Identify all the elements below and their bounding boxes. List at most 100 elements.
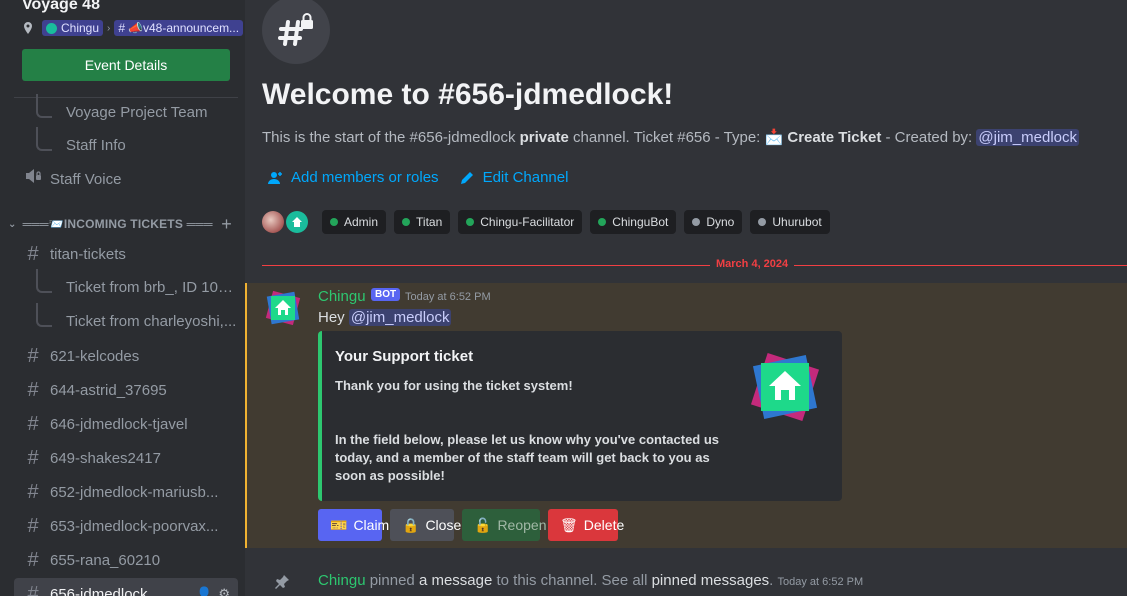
system-timestamp: Today at 6:52 PM [777,576,864,588]
channel-649-shakes[interactable]: # 649-shakes2417 [14,442,238,474]
embed-text: In the field below, please let us know w… [335,432,720,483]
user-mention[interactable]: @jim_medlock [348,309,452,326]
chingu-icon [46,22,57,34]
hash-icon: # [118,21,126,35]
channel-label: 656-jdmedlock [50,585,148,596]
role-color-dot [402,218,411,226]
role-pill[interactable]: ChinguBot [590,210,677,234]
pinned-messages-link[interactable]: pinned messages [652,572,770,589]
edit-channel-link[interactable]: Edit Channel [459,169,568,186]
channel-label: Staff Voice [50,170,122,188]
unlock-icon: 🔓 [474,516,492,533]
role-pill[interactable]: Admin [322,210,387,234]
role-pill[interactable]: Dyno [684,210,743,234]
breadcrumb[interactable]: Chingu › # 📣v48-announcem... [22,20,244,36]
hash-icon: # [27,480,39,503]
chat-area: Welcome to #656-jdmedlock! This is the s… [245,0,1127,596]
role-color-dot [466,218,475,226]
pinned-message-link[interactable]: a message [419,572,492,589]
add-members-link[interactable]: Add members or roles [267,169,439,186]
delete-button[interactable]: 🗑 Delete [548,509,624,541]
embed-text: Thank you for using the ticket system! [335,378,573,393]
role-color-dot [598,218,607,226]
channel-646-jdmedlock-tjavel[interactable]: # 646-jdmedlock-tjavel [14,408,238,440]
hash-icon: # [27,378,39,401]
date-divider-label: March 4, 2024 [710,258,795,270]
reopen-button[interactable]: 🔓 Reopen [462,509,546,541]
private-channel-icon [262,0,330,64]
thread-connector [36,303,52,327]
hash-icon: # [27,582,39,596]
channel-label: 652-jdmedlock-mariusb... [50,483,219,501]
chingu-logo-thumbnail[interactable] [744,346,826,428]
lock-icon: 🔒 [402,516,420,533]
message-content: Hey @jim_medlock [318,309,452,326]
envelope-icon: 📩 [764,129,784,146]
thread-voyage-project-team[interactable]: Voyage Project Team [14,94,238,128]
date-divider [262,265,1127,266]
member-avatar[interactable] [262,211,284,233]
event-details-button[interactable]: Event Details [22,49,230,81]
category-incoming-tickets[interactable]: ⌄ ═══📨INCOMING TICKETS ═══ + [8,214,238,235]
add-member-icon [268,171,282,184]
channel-655-rana[interactable]: # 655-rana_60210 [14,544,238,576]
pin-icon [275,575,289,589]
channel-sidebar: Voyage 48 Chingu › # 📣v48-announcem... Ev… [0,0,245,596]
hash-icon: # [27,446,39,469]
channel-label: 653-jdmedlock-poorvax... [50,517,219,535]
channel-label: 649-shakes2417 [50,449,161,467]
channel-members: Admin Titan Chingu-Facilitator ChinguBot… [262,210,830,234]
thread-connector [36,127,52,151]
voice-channel-staff-voice[interactable]: Staff Voice [14,163,238,195]
user-mention[interactable]: @jim_medlock [976,129,1079,146]
thread-label: Ticket from brb_, ID 109... [65,278,238,296]
thread-label: Ticket from charleyoshi,... [66,312,237,330]
channel-656-jdmedlock[interactable]: # 656-jdmedlock 👤 ⚙ [14,578,238,596]
thread-connector [36,94,52,118]
message-author[interactable]: Chingu [318,288,366,305]
member-avatar[interactable] [286,211,308,233]
system-message: Chingu pinned a message to this channel.… [245,572,1127,592]
channel-titan-tickets[interactable]: # titan-tickets [14,238,238,270]
add-channel-icon[interactable]: + [221,214,232,235]
welcome-title: Welcome to #656-jdmedlock! [262,78,674,111]
hash-icon: # [27,548,39,571]
channel-label: 644-astrid_37695 [50,381,167,399]
bot-badge: BOT [371,288,401,301]
role-color-dot [758,218,767,226]
location-icon [24,22,32,34]
claim-button[interactable]: 🎫 Claim [318,509,389,541]
message: Chingu BOT Today at 6:52 PM Hey @jim_med… [245,283,1127,548]
category-label: ═══📨INCOMING TICKETS ═══ [22,217,213,231]
hash-icon: # [27,412,39,435]
house-icon [292,217,302,227]
wastebasket-icon: 🗑 [560,516,578,533]
role-pill[interactable]: Uhurubot [750,210,830,234]
thread-staff-info[interactable]: Staff Info [14,127,238,161]
role-color-dot [692,218,701,226]
channel-652-jdmedlock-mariusb[interactable]: # 652-jdmedlock-mariusb... [14,476,238,508]
role-pill[interactable]: Titan [394,210,451,234]
channel-653-jdmedlock-poorvax[interactable]: # 653-jdmedlock-poorvax... [14,510,238,542]
breadcrumb-channel[interactable]: # 📣v48-announcem... [114,20,244,36]
thread-ticket-brb[interactable]: Ticket from brb_, ID 109... [14,269,238,303]
hash-icon: # [27,344,39,367]
pencil-icon [460,171,473,184]
close-button[interactable]: 🔒 Close [390,509,461,541]
system-author[interactable]: Chingu [318,572,366,589]
channel-644-astrid[interactable]: # 644-astrid_37695 [14,374,238,406]
thread-ticket-charleyoshi[interactable]: Ticket from charleyoshi,... [14,303,238,337]
add-member-icon[interactable]: 👤 [196,586,212,596]
ticket-icon: 🎫 [330,516,348,533]
chevron-down-icon: ⌄ [8,218,17,230]
server-name[interactable]: Voyage 48 [22,0,100,14]
role-pill[interactable]: Chingu-Facilitator [458,210,583,234]
thread-label: Staff Info [66,136,126,154]
chingu-avatar[interactable] [263,288,303,328]
channel-label: titan-tickets [50,245,126,263]
embed-title: Your Support ticket [335,348,474,365]
breadcrumb-server[interactable]: Chingu [42,20,104,36]
gear-icon[interactable]: ⚙ [218,586,230,596]
hash-icon: # [27,514,39,537]
channel-621-kelcodes[interactable]: # 621-kelcodes [14,340,238,372]
